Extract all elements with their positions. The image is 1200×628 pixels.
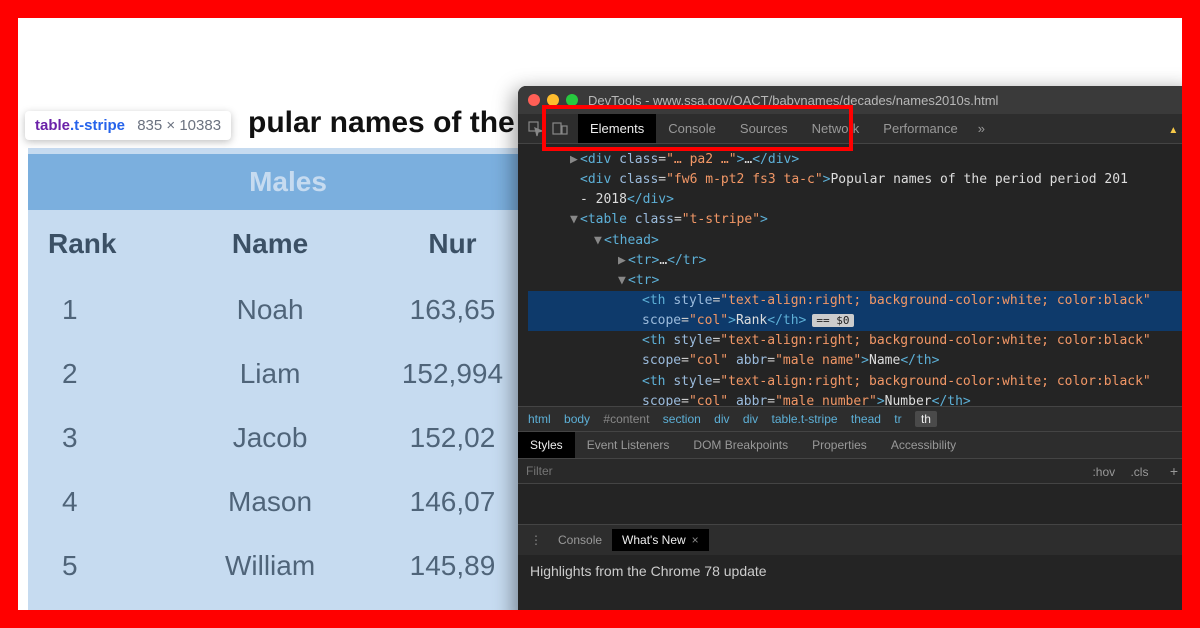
annotation-highlight-box	[542, 105, 853, 151]
table-row: 3Jacob152,02	[28, 406, 548, 470]
col-rank: Rank	[28, 210, 183, 278]
crumb-content[interactable]: #content	[603, 412, 649, 426]
subtab-dom-breakpoints[interactable]: DOM Breakpoints	[681, 432, 800, 458]
table-row: 4Mason146,07	[28, 470, 548, 534]
crumb-section[interactable]: section	[663, 412, 701, 426]
styles-filter-input[interactable]	[526, 464, 706, 478]
crumb-tr[interactable]: tr	[894, 412, 901, 426]
crumb-body[interactable]: body	[564, 412, 590, 426]
subtab-accessibility[interactable]: Accessibility	[879, 432, 968, 458]
tooltip-tag: table	[35, 117, 70, 134]
tab-performance[interactable]: Performance	[871, 114, 969, 143]
styles-subtabs: Styles Event Listeners DOM Breakpoints P…	[518, 432, 1182, 459]
breadcrumb[interactable]: html body #content section div div table…	[518, 406, 1182, 432]
subtab-properties[interactable]: Properties	[800, 432, 879, 458]
warning-badge[interactable]: 2	[1168, 122, 1182, 136]
close-icon[interactable]	[528, 94, 540, 106]
styles-filter-bar: :hov .cls +	[518, 459, 1182, 484]
group-header-males: Males	[28, 154, 548, 210]
cls-toggle[interactable]: .cls	[1130, 465, 1148, 479]
subtab-styles[interactable]: Styles	[518, 432, 575, 458]
drawer-content: Highlights from the Chrome 78 update	[518, 555, 1182, 587]
tab-more[interactable]: »	[970, 114, 993, 143]
dom-tree[interactable]: ▶<div class="… pa2 …">…</div> <div class…	[518, 144, 1182, 406]
table-row: 2Liam152,994	[28, 342, 548, 406]
table-row: 1Noah163,65	[28, 278, 548, 342]
subtab-event-listeners[interactable]: Event Listeners	[575, 432, 682, 458]
crumb-html[interactable]: html	[528, 412, 551, 426]
hov-toggle[interactable]: :hov	[1092, 465, 1115, 479]
inspector-tooltip: table.t-stripe 835 × 10383	[25, 111, 231, 140]
crumb-table[interactable]: table.t-stripe	[772, 412, 838, 426]
drawer-tab-whatsnew[interactable]: What's New×	[612, 529, 709, 551]
tooltip-class: .t-stripe	[70, 117, 125, 134]
close-icon[interactable]: ×	[692, 533, 699, 547]
table-row: 5William145,89	[28, 534, 548, 598]
crumb-th[interactable]: th	[915, 411, 937, 427]
col-name: Name	[183, 210, 357, 278]
selected-dom-node[interactable]: <th style="text-align:right; background-…	[528, 291, 1182, 311]
crumb-div[interactable]: div	[714, 412, 729, 426]
drawer-tabs: ⋮ Console What's New×	[518, 524, 1182, 555]
crumb-thead[interactable]: thead	[851, 412, 881, 426]
drawer-tab-console[interactable]: Console	[548, 529, 612, 551]
tooltip-dimensions: 835 × 10383	[137, 117, 221, 134]
names-table: Males Rank Name Nur 1Noah163,65 2Liam152…	[28, 154, 548, 598]
devtools-window[interactable]: DevTools - www.ssa.gov/OACT/babynames/de…	[518, 86, 1182, 610]
crumb-div2[interactable]: div	[743, 412, 758, 426]
new-style-rule-icon[interactable]: +	[1164, 463, 1182, 479]
drawer-menu-icon[interactable]: ⋮	[524, 533, 548, 547]
